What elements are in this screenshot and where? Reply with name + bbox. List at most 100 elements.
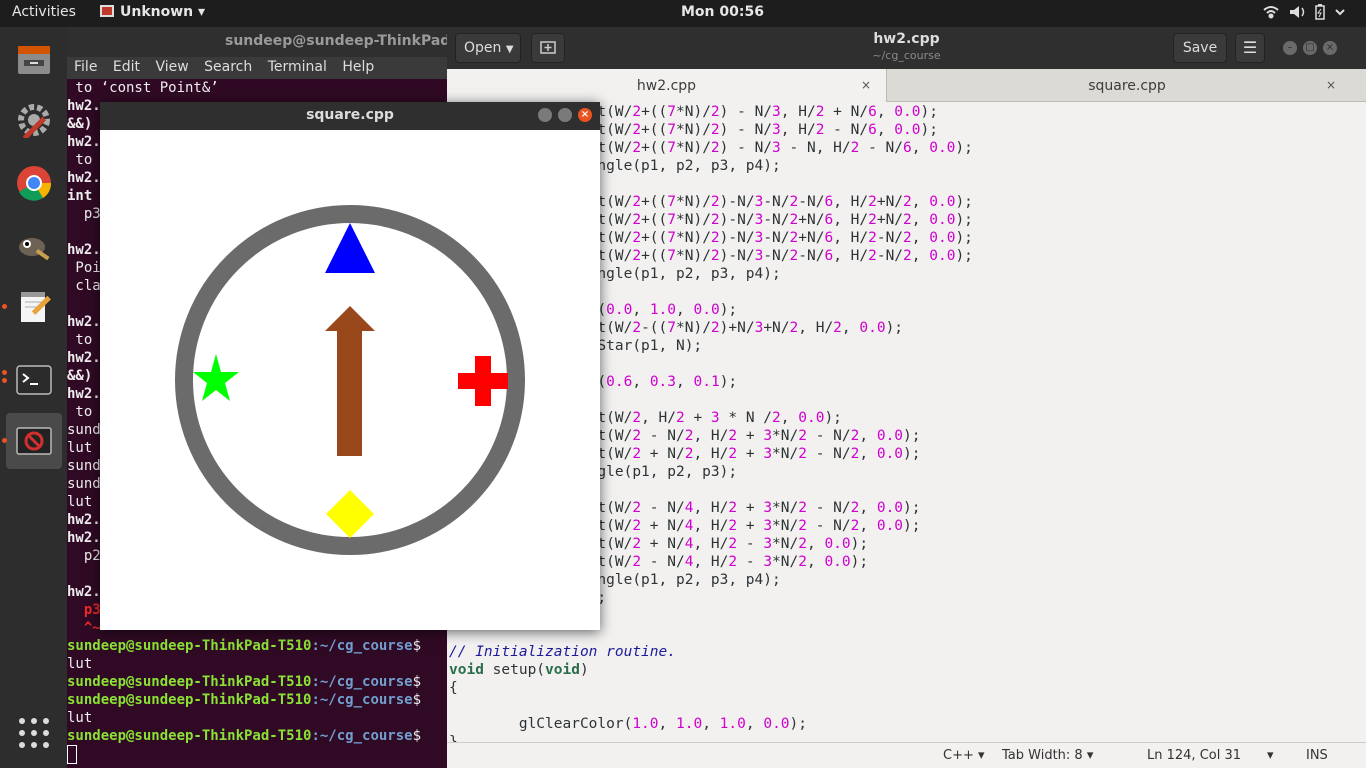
power-chevron-icon (1335, 9, 1345, 16)
text-editor-icon (21, 292, 51, 322)
chrome-icon (17, 166, 52, 201)
brown-arrow (325, 306, 375, 456)
code-line: // Initialization routine. (449, 644, 676, 660)
chevron-down-icon[interactable]: ▾ (1267, 748, 1274, 763)
maximize-button[interactable] (558, 108, 572, 122)
close-button[interactable]: × (1323, 41, 1337, 55)
code-line: { (449, 680, 458, 696)
save-button[interactable]: Save (1173, 33, 1227, 63)
app-menu-icon (100, 5, 114, 17)
prompt-user: sundeep@sundeep-ThinkPad-T510 (67, 638, 312, 654)
cursor-position[interactable]: Ln 124, Col 31 (1147, 748, 1241, 763)
activities-button[interactable]: Activities (12, 4, 76, 20)
maximize-icon: □ (1305, 42, 1315, 53)
maximize-button[interactable]: □ (1303, 41, 1317, 55)
wifi-icon (1263, 6, 1279, 19)
menu-search[interactable]: Search (204, 59, 252, 75)
tab-bar: hw2.cpp × square.cpp × (447, 69, 1366, 102)
tab-hw2[interactable]: hw2.cpp × (447, 69, 887, 102)
code-line: void setup(void) (449, 662, 589, 678)
files-icon (18, 46, 50, 74)
prompt-end: $ (412, 638, 422, 654)
status-icons (1263, 4, 1345, 20)
clock[interactable]: Mon 00:56 (681, 4, 764, 20)
terminal-line: sundeep@sundeep-ThinkPad-T510:~/cg_cours… (67, 727, 447, 745)
prompt-end: $ (412, 692, 422, 708)
system-status-menu[interactable] (1262, 4, 1352, 24)
menu-terminal[interactable]: Terminal (268, 59, 327, 75)
battery-icon (1315, 4, 1325, 20)
tab-square[interactable]: square.cpp × (888, 69, 1366, 102)
prompt-path: :~/cg_course (311, 728, 413, 744)
terminal-title: sundeep@sundeep-ThinkPad-T5 (67, 27, 447, 57)
terminal-line: sundeep@sundeep-ThinkPad-T510:~/cg_cours… (67, 637, 447, 655)
hamburger-icon: ☰ (1242, 38, 1258, 57)
hamburger-menu-button[interactable]: ☰ (1235, 33, 1265, 63)
terminal-icon (16, 365, 52, 395)
close-button[interactable]: × (578, 108, 592, 122)
dock-terminal[interactable] (2, 352, 62, 408)
gimp-icon (19, 238, 50, 261)
insert-mode: INS (1306, 748, 1328, 763)
prompt-end: $ (412, 674, 422, 690)
chevron-down-icon: ▾ (198, 4, 206, 20)
dock-gimp[interactable] (6, 217, 62, 273)
opengl-app-icon (16, 427, 52, 455)
tab-label: hw2.cpp (636, 78, 697, 94)
close-icon: × (580, 109, 590, 120)
opengl-canvas[interactable] (100, 130, 600, 630)
dock-settings[interactable] (6, 92, 62, 148)
close-icon: × (1325, 42, 1335, 53)
prompt-end: $ (412, 728, 422, 744)
menu-view[interactable]: View (155, 59, 188, 75)
menu-file[interactable]: File (74, 59, 97, 75)
running-indicator (2, 304, 7, 309)
volume-icon (1290, 6, 1305, 18)
dock (0, 27, 67, 768)
red-cross (458, 356, 508, 406)
dock-opengl-app[interactable] (2, 413, 62, 469)
opengl-window[interactable]: square.cpp × (100, 102, 600, 630)
document-path: ~/cg_course (872, 49, 941, 62)
terminal-line: sundeep@sundeep-ThinkPad-T510:~/cg_cours… (67, 691, 447, 709)
terminal-line: lut (67, 710, 93, 726)
prompt-path: :~/cg_course (311, 638, 413, 654)
app-menu[interactable]: Unknown ▾ (100, 4, 205, 20)
editor-headerbar: Open ▼ hw2.cpp ~/cg_course Save ☰ – □ × (447, 27, 1366, 69)
terminal-cursor (67, 745, 77, 764)
tab-close-icon[interactable]: × (1326, 78, 1336, 92)
status-bar: C++ ▾ Tab Width: 8 ▾ Ln 124, Col 31 ▾ IN… (447, 742, 1366, 768)
tab-close-icon[interactable]: × (861, 78, 871, 92)
prompt-user: sundeep@sundeep-ThinkPad-T510 (67, 728, 312, 744)
blue-triangle (325, 223, 375, 273)
terminal-line: to ‘const Point&’ (67, 80, 219, 96)
document-title: hw2.cpp (873, 31, 940, 47)
show-applications-button[interactable] (6, 705, 62, 761)
apps-grid-icon (19, 718, 49, 748)
minimize-button[interactable]: – (1283, 41, 1297, 55)
prompt-user: sundeep@sundeep-ThinkPad-T510 (67, 674, 312, 690)
yellow-diamond (326, 490, 374, 538)
prompt-path: :~/cg_course (311, 692, 413, 708)
running-indicator (2, 438, 7, 443)
green-star (193, 354, 239, 401)
dock-files[interactable] (6, 32, 62, 88)
dock-chrome[interactable] (6, 155, 62, 211)
running-indicator (2, 378, 7, 383)
minimize-icon: – (1287, 42, 1293, 53)
opengl-window-title: square.cpp (306, 107, 394, 123)
dock-text-editor[interactable] (2, 279, 62, 335)
tab-width-selector[interactable]: Tab Width: 8 ▾ (1002, 748, 1093, 763)
code-line: glClearColor(1.0, 1.0, 1.0, 0.0); (449, 716, 808, 732)
language-selector[interactable]: C++ ▾ (943, 748, 985, 763)
settings-icon (18, 104, 50, 138)
menu-edit[interactable]: Edit (113, 59, 140, 75)
prompt-user: sundeep@sundeep-ThinkPad-T510 (67, 692, 312, 708)
top-bar: Activities Unknown ▾ Mon 00:56 (0, 0, 1366, 27)
terminal-line: sundeep@sundeep-ThinkPad-T510:~/cg_cours… (67, 673, 447, 691)
terminal-menubar: File Edit View Search Terminal Help (67, 57, 447, 79)
minimize-button[interactable] (538, 108, 552, 122)
app-menu-label: Unknown (120, 4, 194, 20)
terminal-line: lut (67, 656, 93, 672)
menu-help[interactable]: Help (342, 59, 374, 75)
